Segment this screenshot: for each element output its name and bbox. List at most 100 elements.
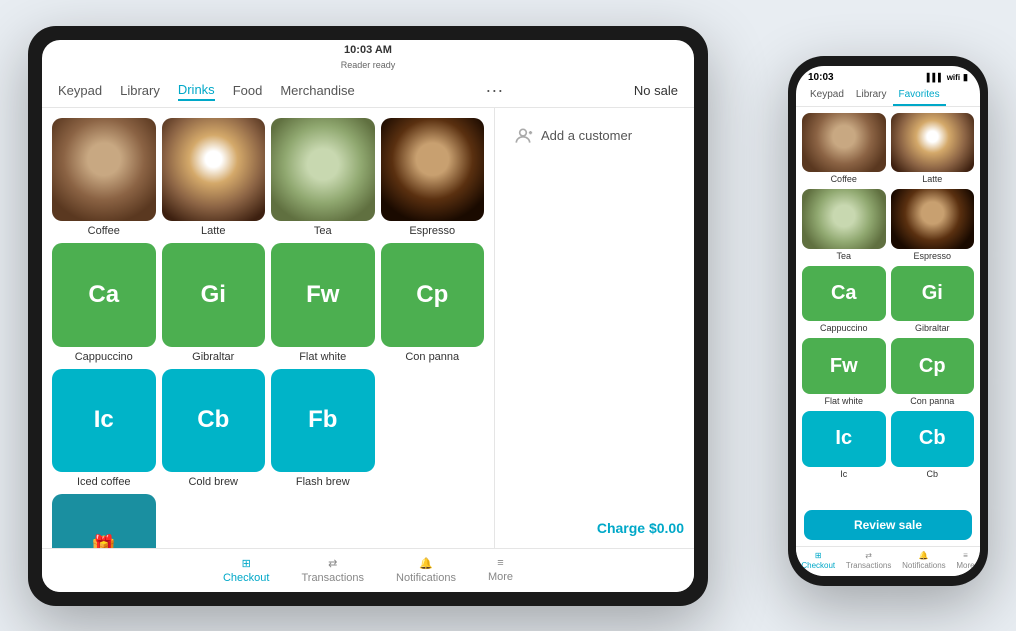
cappuccino-tile[interactable]: Ca xyxy=(52,243,156,347)
giftcards-tile[interactable]: 🎁 xyxy=(52,494,156,548)
flatwhite-label: Flat white xyxy=(299,351,346,363)
conpanna-label: Con panna xyxy=(405,351,459,363)
list-item[interactable]: Coffee xyxy=(52,118,156,238)
phone-transactions-label: Transactions xyxy=(846,561,892,570)
phone-latte-image xyxy=(891,113,975,173)
list-item[interactable]: Ic Ic xyxy=(802,411,886,479)
phone-battery-icon: ▮ xyxy=(963,72,968,83)
phone-cb-label: Cb xyxy=(926,469,938,479)
person-icon xyxy=(513,126,533,146)
flashbrew-tile[interactable]: Fb xyxy=(271,369,375,473)
tablet-nav-merchandise[interactable]: Merchandise xyxy=(280,81,354,100)
phone-cb-tile[interactable]: Cb xyxy=(891,411,975,467)
list-item[interactable]: Latte xyxy=(162,118,266,238)
phone-notifications-label: Notifications xyxy=(902,561,946,570)
list-item[interactable]: Cp Con panna xyxy=(891,338,975,406)
gibraltar-tile[interactable]: Gi xyxy=(162,243,266,347)
flatwhite-tile[interactable]: Fw xyxy=(271,243,375,347)
phone-flatwhite-tile[interactable]: Fw xyxy=(802,338,886,394)
coldbrew-label: Cold brew xyxy=(188,476,238,488)
tablet-nav-more-icon[interactable]: ··· xyxy=(485,80,503,101)
review-sale-button[interactable]: Review sale xyxy=(804,510,972,540)
tea-image xyxy=(271,118,375,222)
phone-nav-keypad[interactable]: Keypad xyxy=(804,85,850,106)
tablet-tab-transactions[interactable]: ⇄ Transactions xyxy=(301,557,364,584)
espresso-image xyxy=(381,118,485,222)
tablet-tab-more[interactable]: ≡ More xyxy=(488,557,513,583)
tablet-nav-drinks[interactable]: Drinks xyxy=(178,80,215,101)
tablet-tab-notifications[interactable]: 🔔 Notifications xyxy=(396,557,456,584)
list-item[interactable]: Cb Cb xyxy=(891,411,975,479)
phone-screen: 10:03 ▌▌▌ wifi ▮ Keypad Library Favorite… xyxy=(796,66,980,576)
phone-tab-transactions[interactable]: ⇄ Transactions xyxy=(846,551,892,570)
list-item[interactable]: 🎁 Gift cards xyxy=(52,494,156,548)
tablet-status-bar: 10:03 AM Reader ready xyxy=(42,40,694,74)
icedcoffee-tile[interactable]: Ic xyxy=(52,369,156,473)
phone-ic-tile[interactable]: Ic xyxy=(802,411,886,467)
charge-button[interactable]: Charge $0.00 xyxy=(597,520,684,536)
phone-nav-library[interactable]: Library xyxy=(850,85,893,106)
list-item[interactable]: Cp Con panna xyxy=(381,243,485,363)
latte-label: Latte xyxy=(201,225,225,237)
tablet-tab-checkout[interactable]: ⊞ Checkout xyxy=(223,557,269,584)
tablet-nav-food[interactable]: Food xyxy=(233,81,263,100)
phone-nav-favorites[interactable]: Favorites xyxy=(893,85,946,106)
list-item[interactable]: Gi Gibraltar xyxy=(891,266,975,334)
phone-tea-label: Tea xyxy=(836,251,851,261)
list-item[interactable]: Fb Flash brew xyxy=(271,369,375,489)
add-customer-button[interactable]: Add a customer xyxy=(505,118,684,154)
list-item[interactable]: Ca Cappuccino xyxy=(802,266,886,334)
list-item[interactable]: Espresso xyxy=(891,189,975,261)
phone-tab-checkout[interactable]: ⊞ Checkout xyxy=(801,551,835,570)
scene: 10:03 AM Reader ready Keypad Library Dri… xyxy=(28,26,988,606)
tablet-nav-library[interactable]: Library xyxy=(120,81,160,100)
tablet-screen: 10:03 AM Reader ready Keypad Library Dri… xyxy=(42,40,694,592)
phone-bottom-nav: ⊞ Checkout ⇄ Transactions 🔔 Notification… xyxy=(796,546,980,576)
phone-conpanna-tile[interactable]: Cp xyxy=(891,338,975,394)
list-item[interactable]: Fw Flat white xyxy=(271,243,375,363)
tablet-no-sale-label: No sale xyxy=(634,83,678,98)
phone-gibraltar-label: Gibraltar xyxy=(915,323,950,333)
phone-tab-more[interactable]: ≡ More xyxy=(956,551,974,570)
tablet-bottom-nav: ⊞ Checkout ⇄ Transactions 🔔 Notification… xyxy=(42,548,694,592)
transactions-icon: ⇄ xyxy=(328,557,337,570)
transactions-label: Transactions xyxy=(301,572,364,584)
list-item[interactable]: Ic Iced coffee xyxy=(52,369,156,489)
phone-nav: Keypad Library Favorites xyxy=(796,85,980,107)
tablet-nav-keypad[interactable]: Keypad xyxy=(58,81,102,100)
list-item[interactable]: Tea xyxy=(271,118,375,238)
more-label: More xyxy=(488,571,513,583)
phone-coffee-label: Coffee xyxy=(831,174,857,184)
list-item[interactable]: Fw Flat white xyxy=(802,338,886,406)
list-item[interactable]: Cb Cold brew xyxy=(162,369,266,489)
tablet-right-panel: Add a customer Charge $0.00 xyxy=(494,108,694,548)
phone-gibraltar-tile[interactable]: Gi xyxy=(891,266,975,322)
espresso-label: Espresso xyxy=(409,225,455,237)
conpanna-tile[interactable]: Cp xyxy=(381,243,485,347)
list-item[interactable]: Gi Gibraltar xyxy=(162,243,266,363)
phone-more-icon: ≡ xyxy=(963,551,968,560)
phone-device: 10:03 ▌▌▌ wifi ▮ Keypad Library Favorite… xyxy=(788,56,988,586)
phone-tea-image xyxy=(802,189,886,249)
phone-cappuccino-label: Cappuccino xyxy=(820,323,868,333)
list-item[interactable]: Espresso xyxy=(381,118,485,238)
phone-more-label: More xyxy=(956,561,974,570)
tablet-status-subtitle: Reader ready xyxy=(341,60,396,70)
phone-checkout-icon: ⊞ xyxy=(815,551,822,560)
coldbrew-tile[interactable]: Cb xyxy=(162,369,266,473)
phone-status-bar: 10:03 ▌▌▌ wifi ▮ xyxy=(796,66,980,85)
list-item[interactable]: Tea xyxy=(802,189,886,261)
gibraltar-label: Gibraltar xyxy=(192,351,234,363)
phone-espresso-label: Espresso xyxy=(913,251,951,261)
list-item[interactable]: Ca Cappuccino xyxy=(52,243,156,363)
phone-espresso-image xyxy=(891,189,975,249)
phone-flatwhite-label: Flat white xyxy=(824,396,863,406)
coffee-image xyxy=(52,118,156,222)
list-item[interactable]: Coffee xyxy=(802,113,886,185)
cappuccino-label: Cappuccino xyxy=(75,351,133,363)
list-item[interactable]: Latte xyxy=(891,113,975,185)
phone-tab-notifications[interactable]: 🔔 Notifications xyxy=(902,551,946,570)
coffee-label: Coffee xyxy=(88,225,120,237)
icedcoffee-label: Iced coffee xyxy=(77,476,131,488)
phone-cappuccino-tile[interactable]: Ca xyxy=(802,266,886,322)
